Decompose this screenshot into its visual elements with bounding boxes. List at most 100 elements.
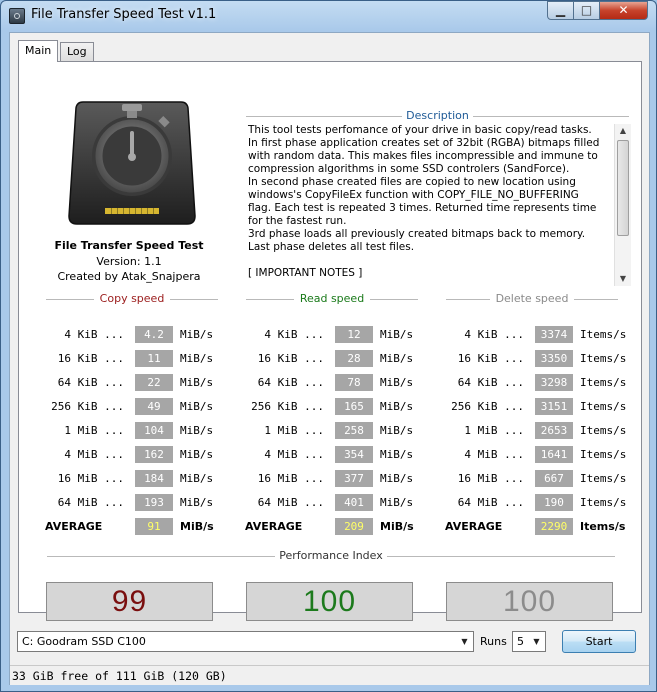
delete-speed-title: Delete speed xyxy=(489,292,575,305)
unit-label: MiB/s xyxy=(180,376,214,389)
description-box[interactable]: This tool tests perfomance of your drive… xyxy=(246,124,631,286)
read-performance-value: 100 xyxy=(302,585,357,618)
read-performance-box: 100 xyxy=(246,582,413,621)
chevron-down-icon[interactable]: ▼ xyxy=(457,633,472,650)
status-text: 33 GiB free of 111 GiB (120 GB) xyxy=(12,669,227,683)
maximize-icon: □ xyxy=(580,3,593,17)
copy-value-box: 11 xyxy=(135,350,173,367)
copy-value-box: 193 xyxy=(135,494,173,511)
unit-label: MiB/s xyxy=(180,352,214,365)
tab-log[interactable]: Log xyxy=(60,42,94,62)
app-author: Created by Atak_Snajpera xyxy=(57,270,201,283)
delete-value-box: 190 xyxy=(535,494,573,511)
window-title: File Transfer Speed Test v1.1 xyxy=(31,7,217,22)
minimize-icon: ▁ xyxy=(555,3,566,17)
average-unit-label: MiB/s xyxy=(380,520,414,533)
size-label: 1 MiB ... xyxy=(464,424,524,437)
unit-label: MiB/s xyxy=(380,472,414,485)
delete-value-box: 3374 xyxy=(535,326,573,343)
unit-label: Items/s xyxy=(580,496,627,509)
delete-value-box: 667 xyxy=(535,470,573,487)
unit-label: MiB/s xyxy=(180,328,214,341)
unit-label: Items/s xyxy=(580,424,627,437)
delete-average-box: 2290 xyxy=(535,518,573,535)
scroll-thumb[interactable] xyxy=(617,140,629,236)
maximize-button[interactable]: □ xyxy=(573,1,600,20)
size-label: 16 MiB ... xyxy=(57,472,124,485)
copy-speed-title: Copy speed xyxy=(93,292,171,305)
size-label: 1 MiB ... xyxy=(64,424,124,437)
runs-label: Runs xyxy=(480,635,507,648)
scroll-down-icon[interactable]: ▼ xyxy=(615,272,631,286)
start-button[interactable]: Start xyxy=(562,630,636,653)
title-bar[interactable]: File Transfer Speed Test v1.1 ▁ □ ✕ xyxy=(1,1,656,31)
read-value-box: 401 xyxy=(335,494,373,511)
copy-speed-header: Copy speed xyxy=(46,292,218,306)
size-label: 4 MiB ... xyxy=(464,448,524,461)
unit-label: MiB/s xyxy=(380,448,414,461)
size-label: 4 KiB ... xyxy=(464,328,524,341)
close-button[interactable]: ✕ xyxy=(599,1,648,20)
unit-label: MiB/s xyxy=(180,496,214,509)
size-label: 256 KiB ... xyxy=(451,400,524,413)
client-area: Main Log File Transfer Speed Test Versio… xyxy=(9,32,650,685)
unit-label: MiB/s xyxy=(180,400,214,413)
unit-label: MiB/s xyxy=(380,352,414,365)
unit-label: Items/s xyxy=(580,352,627,365)
description-scrollbar[interactable]: ▲ ▼ xyxy=(614,124,631,286)
average-label: AVERAGE xyxy=(45,520,103,533)
app-icon xyxy=(9,8,25,24)
chevron-down-icon[interactable]: ▼ xyxy=(529,633,544,650)
unit-label: MiB/s xyxy=(380,400,414,413)
read-value-box: 377 xyxy=(335,470,373,487)
size-label: 4 MiB ... xyxy=(264,448,324,461)
stopwatch-drive-icon xyxy=(68,101,196,225)
average-unit-label: MiB/s xyxy=(180,520,214,533)
runs-select[interactable]: 5 ▼ xyxy=(512,631,546,652)
average-label: AVERAGE xyxy=(445,520,503,533)
copy-value-box: 4.2 xyxy=(135,326,173,343)
close-icon: ✕ xyxy=(618,3,629,17)
copy-value-box: 162 xyxy=(135,446,173,463)
unit-label: MiB/s xyxy=(180,448,214,461)
delete-performance-box: 100 xyxy=(446,582,613,621)
read-speed-header: Read speed xyxy=(246,292,418,306)
size-label: 64 KiB ... xyxy=(257,376,324,389)
read-value-box: 78 xyxy=(335,374,373,391)
size-label: 64 MiB ... xyxy=(57,496,124,509)
drive-select[interactable]: C: Goodram SSD C100 ▼ xyxy=(17,631,474,652)
size-label: 4 MiB ... xyxy=(64,448,124,461)
read-speed-title: Read speed xyxy=(293,292,371,305)
size-label: 256 KiB ... xyxy=(51,400,124,413)
delete-value-box: 3350 xyxy=(535,350,573,367)
unit-label: Items/s xyxy=(580,448,627,461)
copy-value-box: 184 xyxy=(135,470,173,487)
read-value-box: 258 xyxy=(335,422,373,439)
main-tab-panel: File Transfer Speed Test Version: 1.1 Cr… xyxy=(18,61,642,621)
copy-performance-box: 99 xyxy=(46,582,213,621)
minimize-button[interactable]: ▁ xyxy=(547,1,574,20)
size-label: 64 KiB ... xyxy=(57,376,124,389)
description-title: Description xyxy=(402,109,473,122)
size-label: 256 KiB ... xyxy=(251,400,324,413)
unit-label: Items/s xyxy=(580,472,627,485)
size-label: 64 MiB ... xyxy=(457,496,524,509)
size-label: 16 KiB ... xyxy=(457,352,524,365)
size-label: 16 KiB ... xyxy=(57,352,124,365)
performance-index-header: Performance Index xyxy=(47,549,615,563)
copy-average-box: 91 xyxy=(135,518,173,535)
description-text: This tool tests perfomance of your drive… xyxy=(248,124,600,279)
copy-performance-value: 99 xyxy=(111,585,148,618)
unit-label: Items/s xyxy=(580,328,627,341)
tab-main[interactable]: Main xyxy=(18,40,59,62)
unit-label: MiB/s xyxy=(380,376,414,389)
drive-select-value: C: Goodram SSD C100 xyxy=(22,635,146,648)
size-label: 16 KiB ... xyxy=(257,352,324,365)
unit-label: MiB/s xyxy=(380,496,414,509)
delete-value-box: 2653 xyxy=(535,422,573,439)
size-label: 16 MiB ... xyxy=(457,472,524,485)
app-window: File Transfer Speed Test v1.1 ▁ □ ✕ Main… xyxy=(0,0,657,692)
unit-label: Items/s xyxy=(580,376,627,389)
scroll-up-icon[interactable]: ▲ xyxy=(615,124,631,138)
app-name: File Transfer Speed Test xyxy=(54,239,204,252)
